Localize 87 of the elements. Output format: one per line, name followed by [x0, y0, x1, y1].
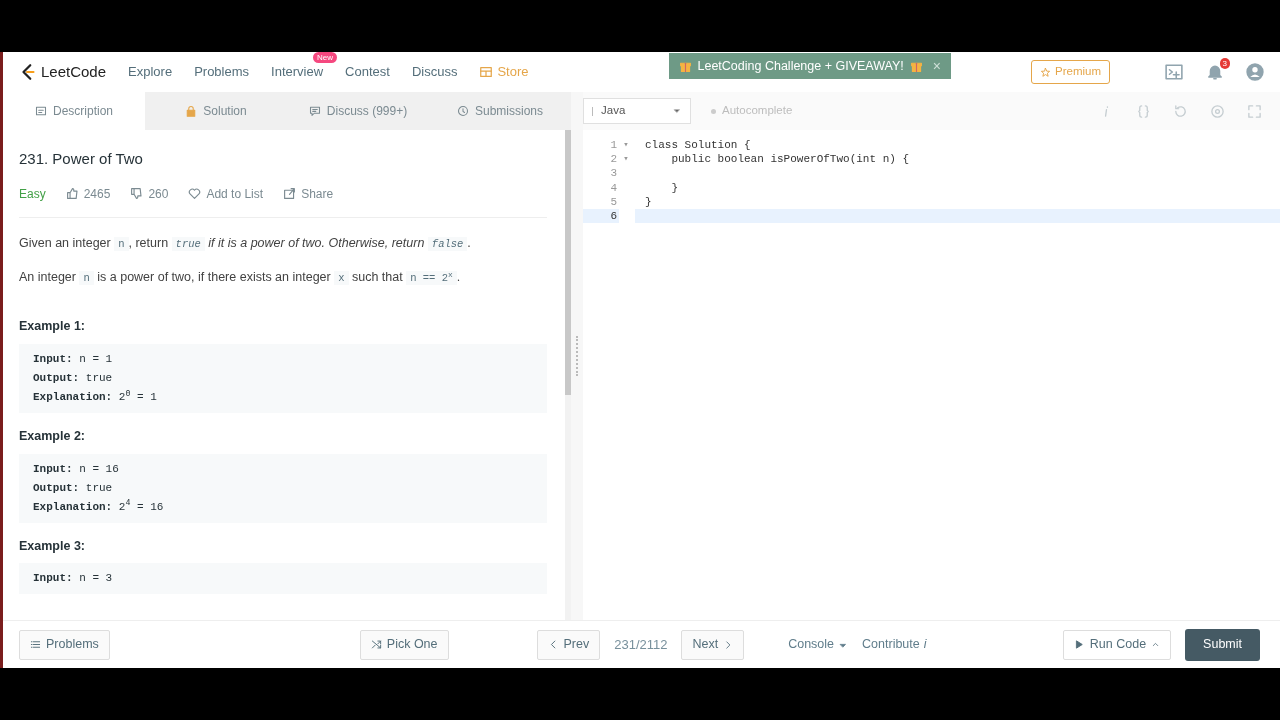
heart-icon [188, 187, 202, 200]
settings-button[interactable] [1210, 103, 1225, 119]
star-icon [1040, 66, 1051, 78]
line-number: 5 [609, 194, 618, 209]
nav-link[interactable]: Interview [271, 64, 324, 80]
nav-link[interactable]: Discuss [411, 62, 458, 82]
problem-position: 231/2112 [614, 635, 668, 654]
fullscreen-button[interactable] [1247, 103, 1262, 119]
tab[interactable]: Description [3, 92, 145, 130]
difficulty-label: Easy [19, 185, 46, 203]
add-to-list-button[interactable]: Add to List [188, 184, 264, 203]
contribute-link[interactable]: Contribute i [862, 635, 927, 654]
list-icon [30, 639, 41, 650]
code-line: } [644, 194, 653, 209]
share-icon [283, 187, 297, 200]
user-button[interactable] [1246, 63, 1264, 81]
notifications-button[interactable] [1206, 63, 1224, 81]
user-avatar-icon [1246, 63, 1264, 81]
logo-text: LeetCode [41, 61, 107, 82]
example-title: Example 2: [19, 427, 86, 445]
nav-link[interactable]: Problems [194, 62, 250, 82]
logo[interactable]: LeetCode [19, 60, 107, 84]
braces-icon [1136, 103, 1151, 119]
store-icon [479, 65, 494, 79]
reset-icon [1173, 103, 1188, 119]
example-line: Input: n = 16 [33, 461, 120, 477]
caret-icon [672, 106, 682, 116]
thumbs-up-icon [65, 187, 79, 200]
document-icon [35, 105, 47, 117]
braces-button[interactable] [1136, 103, 1151, 119]
example-line: Output: true [33, 480, 114, 496]
settings-icon [1210, 103, 1225, 119]
example-line: Input: n = 3 [33, 571, 114, 587]
example-line: Input: n = 1 [33, 351, 114, 367]
promo-banner[interactable]: LeetCoding Challenge + GIVEAWAY! × [668, 53, 951, 79]
reset-button[interactable] [1173, 103, 1188, 119]
example-title: Example 1: [19, 318, 86, 335]
like-button[interactable]: 2465 [65, 184, 111, 203]
line-number: 3 [609, 166, 618, 181]
nav-link[interactable]: Explore [128, 62, 173, 82]
panel-splitter[interactable] [571, 92, 583, 620]
pick-one-button[interactable]: Pick One [359, 629, 449, 660]
close-button[interactable]: × [928, 55, 941, 77]
code-line: } [670, 180, 679, 195]
fullscreen-icon [1247, 103, 1262, 119]
chevron-up-icon [1151, 640, 1161, 649]
tab[interactable]: Discuss (999+) [287, 92, 429, 130]
fold-marker[interactable]: ▾ [623, 140, 629, 150]
example-line: Explanation: 2$^{0}$ = 1 [33, 387, 158, 405]
console-button[interactable]: Console [788, 635, 849, 654]
example-line: Explanation: 2$^{4}$ = 16 [33, 497, 165, 515]
language-select[interactable]: Java [583, 98, 691, 124]
dislike-button[interactable]: 260 [130, 184, 169, 203]
code-line: public boolean isPowerOfTwo(int n) { [670, 152, 911, 167]
nav-link[interactable]: Contest [345, 62, 390, 82]
scrollbar-thumb[interactable] [565, 130, 571, 395]
description-text: Given an integer n , return true if it is a power of two. Otherwise, return false . [19, 234, 472, 253]
submit-button[interactable]: Submit [1185, 628, 1260, 661]
terminal-plus-icon [1164, 63, 1184, 81]
run-code-button[interactable]: Run Code [1062, 629, 1172, 660]
problem-title: 231. Power of Two [19, 149, 144, 169]
line-number: 2 [609, 152, 618, 167]
line-number: 4 [609, 180, 618, 195]
bell-icon [1206, 63, 1224, 81]
tab[interactable]: Solution [145, 92, 287, 130]
line-number: 6 [583, 208, 619, 224]
tab[interactable]: Submissions [429, 92, 571, 130]
lock-icon [185, 105, 198, 117]
next-button[interactable]: Next [681, 629, 745, 660]
example-line: Output: true [33, 370, 114, 386]
problems-button[interactable]: Problems [19, 629, 110, 660]
line-number: 1 [609, 138, 618, 153]
shuffle-icon [370, 639, 382, 650]
fold-marker[interactable]: ▾ [623, 154, 629, 165]
comment-icon [308, 105, 321, 117]
play-icon [1073, 639, 1085, 650]
new-badge: New [313, 52, 338, 64]
playground-button[interactable] [1164, 63, 1184, 81]
prev-button[interactable]: Prev [536, 629, 601, 660]
thumbs-down-icon [130, 187, 144, 200]
code-editor[interactable]: 1 ▾ 2 ▾ 3 4 5 6 class Solution { public boolean isPowerOfTwo(int n) { } } [583, 130, 1280, 620]
description-text: An integer n is a power of two, if there exists an integer x such that n == 2$^{x}$ . [19, 269, 462, 287]
code-line: class Solution { [644, 138, 752, 153]
example-title: Example 3: [19, 537, 86, 555]
notification-count: 3 [1219, 58, 1230, 69]
clock-icon [457, 105, 469, 117]
share-button[interactable]: Share [283, 184, 334, 203]
